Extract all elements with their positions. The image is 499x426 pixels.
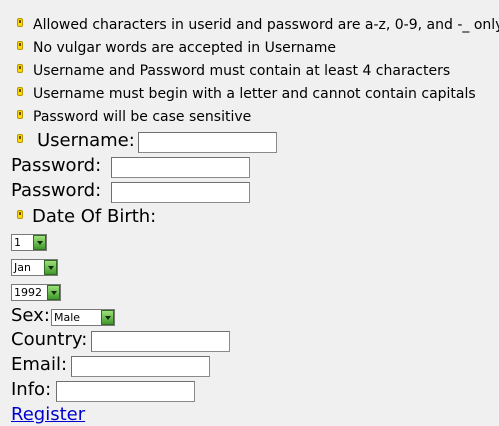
warning-icon (17, 110, 23, 119)
dob-label: Date Of Birth: (32, 206, 157, 227)
dropdown-arrow-icon[interactable] (47, 285, 60, 300)
warning-icon (17, 210, 23, 219)
info-input[interactable] (56, 381, 195, 402)
year-value: 1992 (14, 286, 42, 299)
warning-icon (17, 18, 23, 27)
warning-icon (17, 41, 23, 50)
password-label: Password: (11, 155, 102, 176)
email-input[interactable] (71, 356, 210, 377)
rule-text: Username must begin with a letter and ca… (33, 86, 476, 102)
rule-text: No vulgar words are accepted in Username (33, 40, 336, 56)
password-input[interactable] (111, 157, 250, 178)
username-label: Username: (37, 130, 135, 151)
dropdown-arrow-icon[interactable] (101, 310, 114, 325)
year-select[interactable]: 1992 (11, 284, 61, 301)
rule-text: Username and Password must contain at le… (33, 63, 451, 79)
warning-icon (17, 87, 23, 96)
password-confirm-input[interactable] (111, 182, 250, 203)
info-label: Info: (11, 379, 52, 400)
country-label: Country: (11, 329, 88, 350)
username-input[interactable] (138, 132, 277, 153)
warning-icon (17, 64, 23, 73)
register-link[interactable]: Register (11, 405, 85, 425)
sex-select[interactable]: Male (51, 309, 115, 326)
rule-text: Allowed characters in userid and passwor… (33, 17, 499, 33)
day-value: 1 (14, 236, 21, 249)
dropdown-arrow-icon[interactable] (44, 260, 57, 275)
email-label: Email: (11, 354, 68, 375)
country-input[interactable] (91, 331, 230, 352)
sex-value: Male (54, 311, 81, 324)
month-select[interactable]: Jan (11, 259, 58, 276)
dropdown-arrow-icon[interactable] (33, 235, 46, 250)
month-value: Jan (14, 261, 31, 274)
day-select[interactable]: 1 (11, 234, 47, 251)
warning-icon (17, 134, 23, 143)
password-confirm-label: Password: (11, 180, 102, 201)
sex-label: Sex: (11, 305, 50, 326)
rule-text: Password will be case sensitive (33, 109, 252, 125)
